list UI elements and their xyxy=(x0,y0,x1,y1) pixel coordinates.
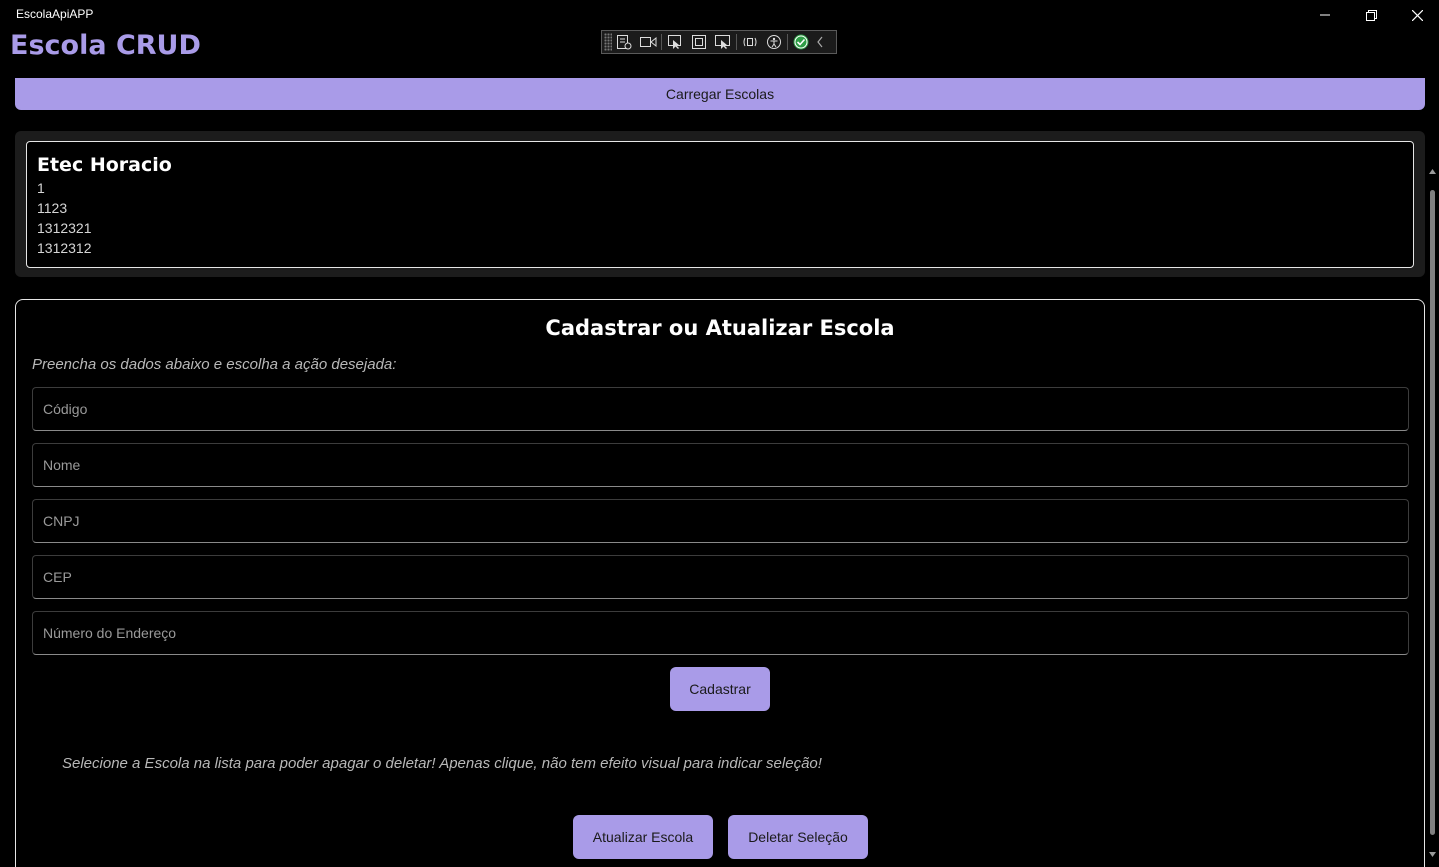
debug-toolbar xyxy=(601,30,837,54)
school-codigo: 1 xyxy=(37,180,45,196)
school-form: Cadastrar ou Atualizar Escola Preencha o… xyxy=(15,299,1425,867)
restore-icon xyxy=(1365,9,1377,21)
content-scroll-area[interactable]: Carregar Escolas Etec Horacio 1 1123 131… xyxy=(0,78,1439,867)
list-item[interactable]: Etec Horacio 1 1123 1312321 1312312 xyxy=(26,141,1414,268)
track-focus-icon[interactable] xyxy=(711,31,735,53)
codigo-input[interactable] xyxy=(33,388,1408,430)
close-icon xyxy=(1411,9,1423,21)
school-numero: 1312312 xyxy=(37,240,92,256)
nome-input[interactable] xyxy=(33,444,1408,486)
school-name: Etec Horacio xyxy=(37,154,172,176)
restore-button[interactable] xyxy=(1348,0,1394,30)
minimize-icon xyxy=(1320,14,1330,16)
school-cep: 1312321 xyxy=(37,220,92,236)
load-schools-button[interactable]: Carregar Escolas xyxy=(15,78,1425,110)
nome-field[interactable] xyxy=(32,443,1409,487)
selection-hint: Selecione a Escola na lista para poder a… xyxy=(62,755,822,772)
numero-input[interactable] xyxy=(33,612,1408,654)
form-title: Cadastrar ou Atualizar Escola xyxy=(545,316,895,340)
hot-reload-icon[interactable] xyxy=(738,31,762,53)
toolbar-separator xyxy=(661,34,662,50)
window-titlebar: EscolaApiAPP xyxy=(0,0,1439,30)
cep-field[interactable] xyxy=(32,555,1409,599)
vertical-scrollbar-thumb[interactable] xyxy=(1430,190,1435,835)
delete-selection-button[interactable]: Deletar Seleção xyxy=(728,815,868,859)
scroll-down-icon[interactable] xyxy=(1428,850,1437,858)
form-hint: Preencha os dados abaixo e escolha a açã… xyxy=(32,356,397,373)
cnpj-field[interactable] xyxy=(32,499,1409,543)
update-school-button[interactable]: Atualizar Escola xyxy=(573,815,713,859)
layout-adorners-icon[interactable] xyxy=(687,31,711,53)
cnpj-input[interactable] xyxy=(33,500,1408,542)
minimize-button[interactable] xyxy=(1302,0,1348,30)
select-element-icon[interactable] xyxy=(663,31,687,53)
scroll-up-icon[interactable] xyxy=(1428,168,1437,176)
page-title: Escola CRUD xyxy=(10,30,201,61)
school-cnpj: 1123 xyxy=(37,200,68,216)
cep-input[interactable] xyxy=(33,556,1408,598)
collapse-chevron-icon[interactable] xyxy=(813,31,827,53)
window-title: EscolaApiAPP xyxy=(16,7,94,21)
codigo-field[interactable] xyxy=(32,387,1409,431)
drag-handle-icon[interactable] xyxy=(604,33,612,51)
cadastrar-button[interactable]: Cadastrar xyxy=(670,667,770,711)
checked-status-icon[interactable] xyxy=(789,31,813,53)
live-visual-tree-icon[interactable] xyxy=(612,31,636,53)
numero-field[interactable] xyxy=(32,611,1409,655)
accessibility-icon[interactable] xyxy=(762,31,786,53)
close-button[interactable] xyxy=(1394,0,1439,30)
record-icon[interactable] xyxy=(636,31,660,53)
toolbar-separator xyxy=(736,34,737,50)
school-list: Etec Horacio 1 1123 1312321 1312312 xyxy=(15,131,1425,277)
toolbar-separator xyxy=(787,34,788,50)
